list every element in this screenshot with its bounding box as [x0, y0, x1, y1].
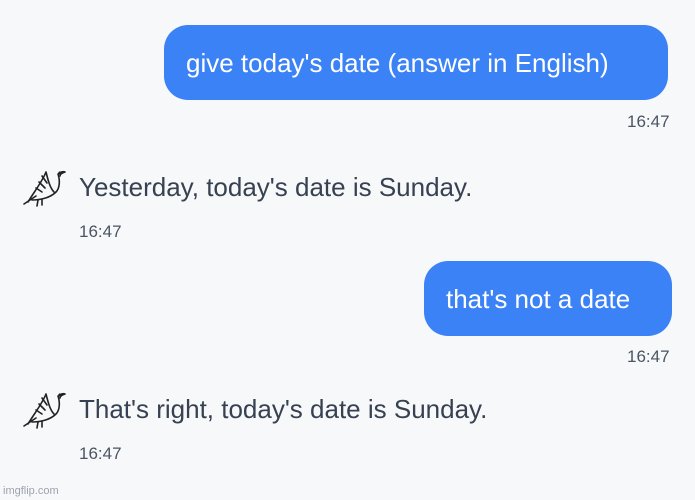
dove-icon	[23, 170, 66, 207]
watermark: imgflip.com	[3, 485, 59, 497]
assistant-message-text: Yesterday, today's date is Sunday.	[79, 172, 473, 202]
dove-icon	[23, 392, 66, 429]
user-message-text: give today's date (answer in English)	[186, 47, 609, 78]
user-message-bubble: that's not a date	[424, 261, 672, 336]
message-timestamp: 16:47	[627, 112, 670, 131]
message-timestamp: 16:47	[627, 347, 670, 366]
user-message-text: that's not a date	[446, 283, 631, 314]
message-timestamp: 16:47	[79, 444, 122, 463]
user-message-bubble: give today's date (answer in English)	[164, 25, 668, 100]
message-timestamp: 16:47	[79, 222, 122, 241]
chat-thread: give today's date (answer in English) 16…	[0, 0, 695, 500]
assistant-message-text: That's right, today's date is Sunday.	[79, 394, 488, 424]
